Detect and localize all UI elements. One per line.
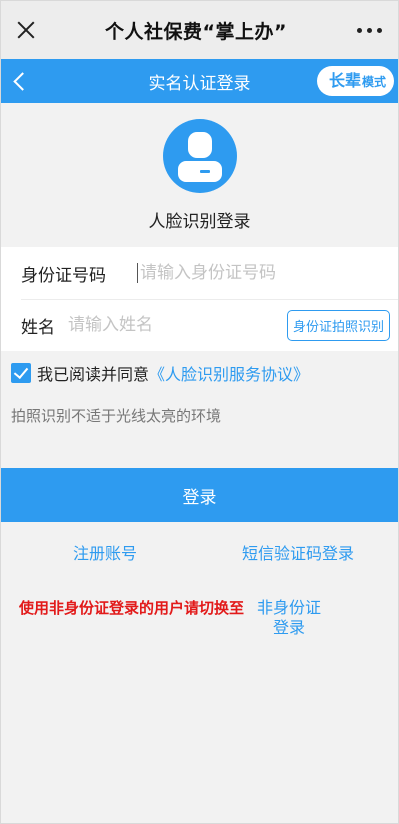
window-title: 个人社保费“掌上办”: [105, 20, 287, 43]
user-avatar-icon[interactable]: [162, 119, 237, 193]
id-number-input[interactable]: [140, 263, 390, 283]
face-login-section: 人脸识别登录: [1, 103, 398, 243]
secondary-links: 注册账号 短信验证码登录: [1, 540, 398, 564]
agreement-text: 我已阅读并同意: [37, 365, 150, 384]
name-input[interactable]: [67, 315, 287, 335]
non-id-login-link[interactable]: 非身份证登录: [250, 598, 328, 638]
nav-bar: 实名认证登录 长辈 模式: [1, 59, 398, 103]
elder-mode-button[interactable]: 长辈 模式: [316, 66, 394, 96]
elder-mode-label-small: 模式: [361, 75, 386, 89]
more-dots-icon[interactable]: [355, 22, 384, 39]
register-link[interactable]: 注册账号: [73, 540, 137, 564]
chevron-left-icon[interactable]: [1, 59, 37, 103]
non-id-notice-text: 使用非身份证登录的用户请切换至: [19, 599, 245, 617]
id-photo-scan-button[interactable]: 身份证拍照识别: [286, 309, 390, 341]
elder-mode-label-big: 长辈: [328, 71, 361, 90]
face-login-label[interactable]: 人脸识别登录: [149, 207, 251, 232]
login-button[interactable]: 登录: [1, 468, 398, 522]
id-number-label: 身份证号码: [21, 265, 106, 286]
close-icon[interactable]: [15, 19, 37, 41]
name-label: 姓名: [21, 317, 55, 338]
photo-tip: 拍照识别不适于光线太亮的环境: [11, 407, 222, 425]
page-frame: 个人社保费“掌上办” 实名认证登录 长辈 模式 人脸识别登录 身份证号码 姓名 …: [0, 0, 399, 824]
login-form: 身份证号码 姓名 身份证拍照识别: [1, 247, 398, 351]
agreement-row: 我已阅读并同意 《人脸识别服务协议》: [1, 351, 398, 395]
id-number-row: 身份证号码: [1, 247, 398, 299]
sms-login-link[interactable]: 短信验证码登录: [242, 540, 354, 564]
non-id-notice: 使用非身份证登录的用户请切换至 非身份证登录: [1, 598, 398, 638]
system-title-bar: 个人社保费“掌上办”: [1, 1, 398, 59]
agreement-checkbox[interactable]: [11, 363, 31, 383]
name-row: 姓名 身份证拍照识别: [1, 299, 398, 351]
agreement-link[interactable]: 《人脸识别服务协议》: [149, 361, 309, 385]
text-cursor: [137, 263, 138, 283]
